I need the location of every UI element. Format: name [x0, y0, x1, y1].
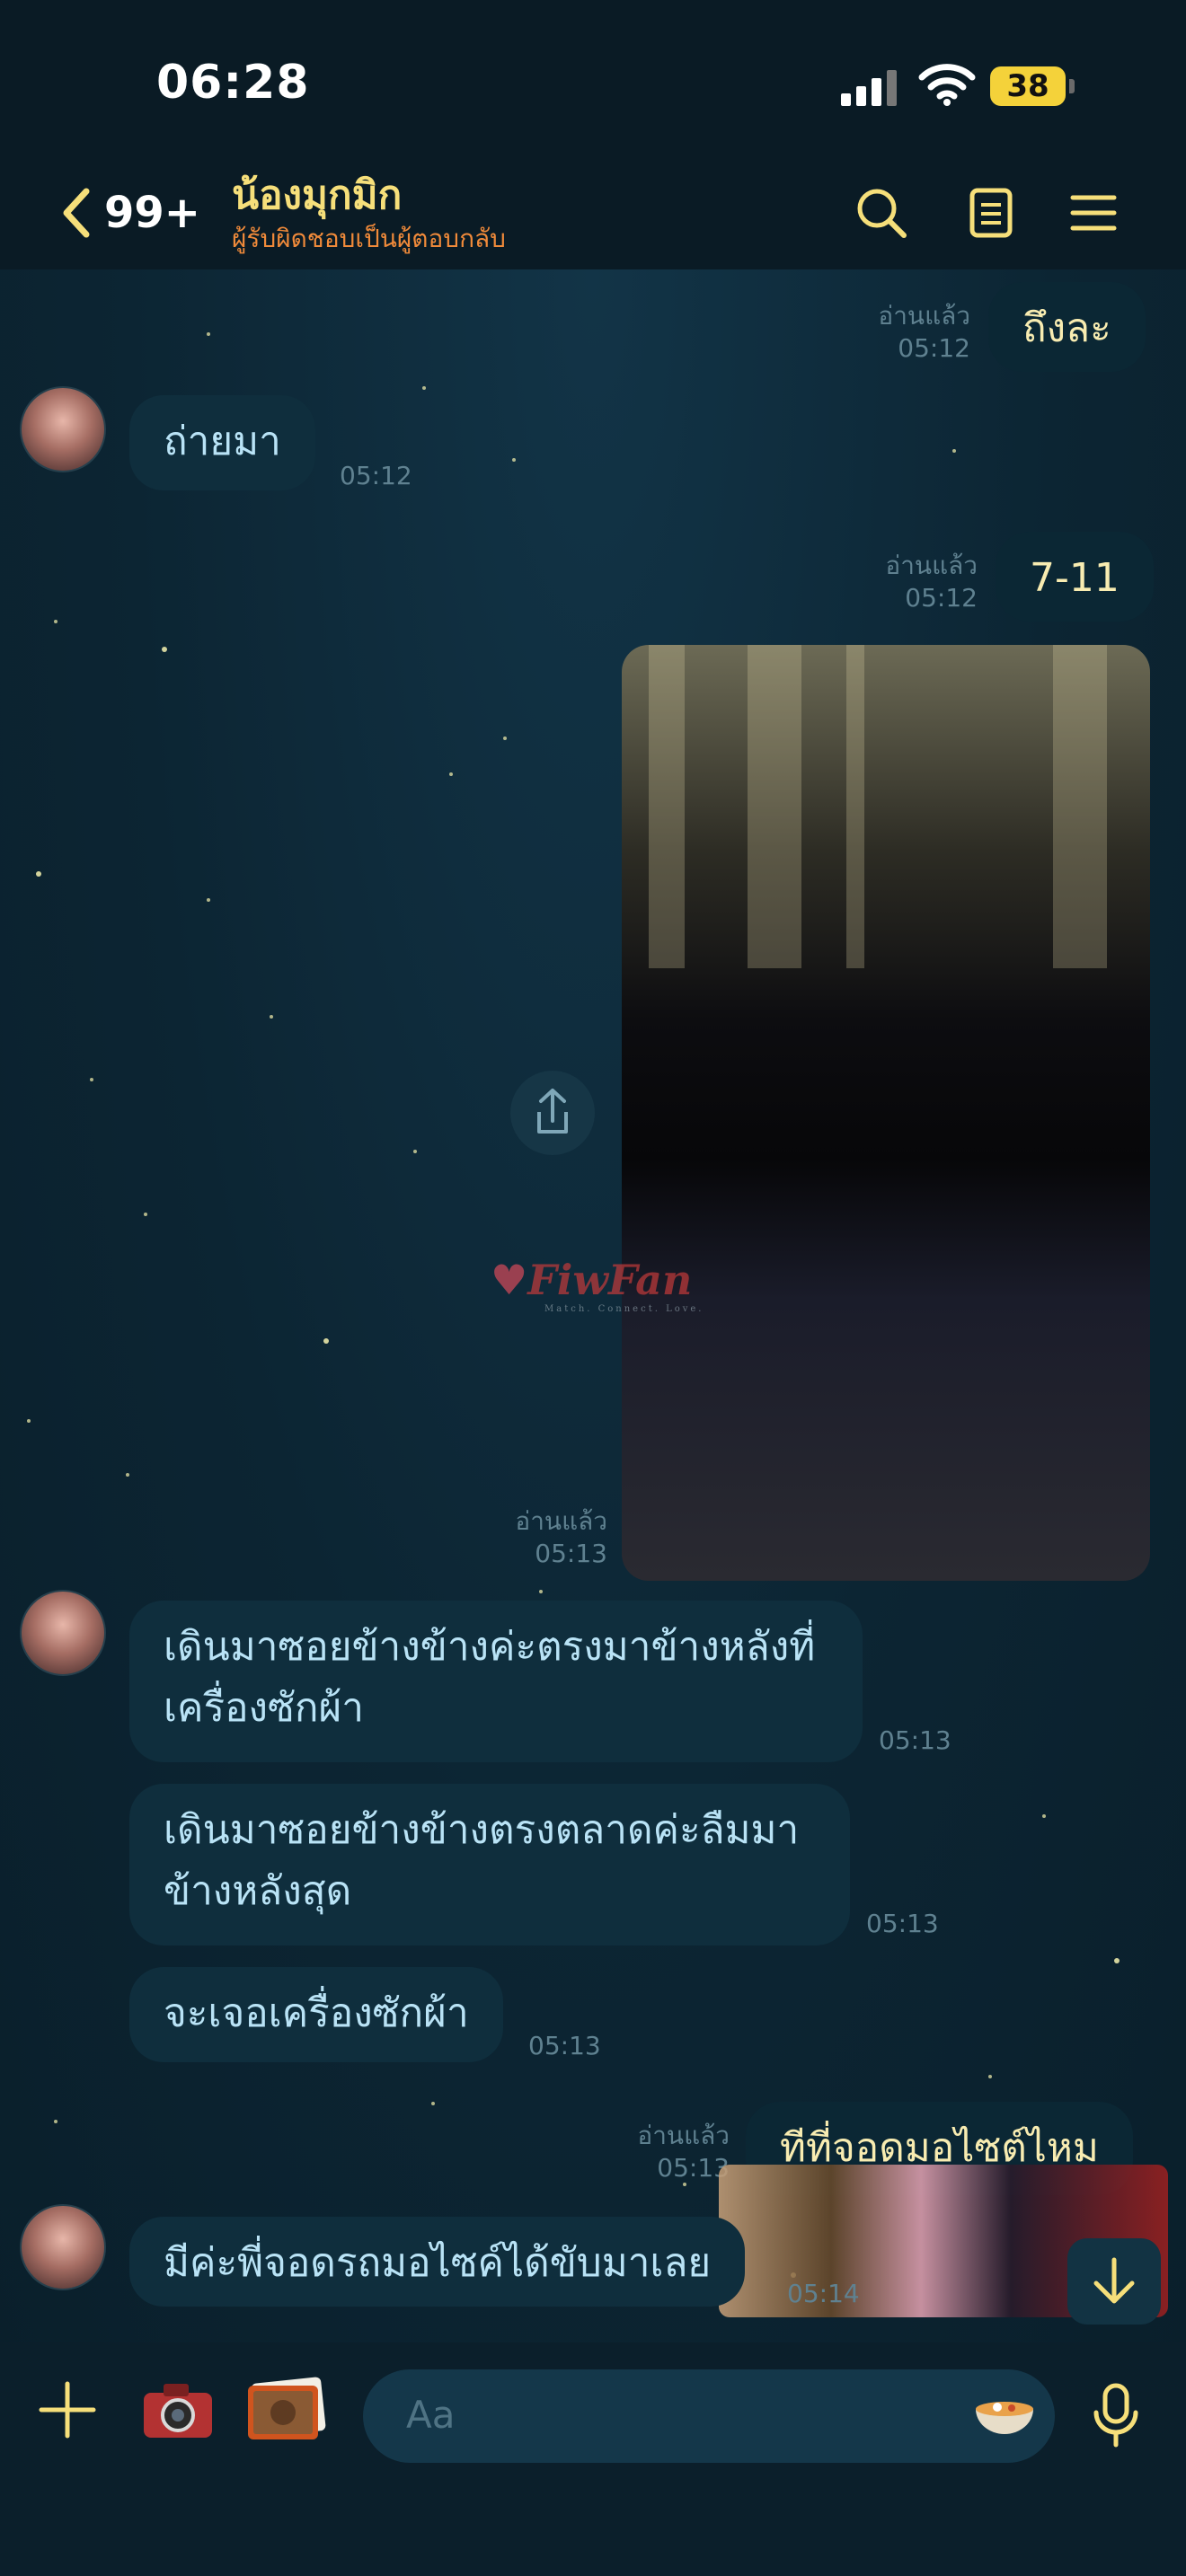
message-time: 05:12	[340, 461, 412, 490]
message-input-bar: Aa	[0, 2342, 1186, 2576]
message-meta: อ่านแล้ว 05:12	[854, 550, 978, 614]
chat-subtitle: ผู้รับผิดชอบเป็นผู้ตอบกลับ	[232, 224, 506, 253]
chat-title[interactable]: น้องมุกมิก	[232, 163, 402, 226]
message-input-placeholder: Aa	[406, 2393, 456, 2437]
unread-count: 99+	[104, 188, 201, 238]
message-time: 05:13	[866, 1909, 939, 1938]
camera-icon[interactable]	[140, 2378, 216, 2441]
read-receipt: อ่านแล้ว	[878, 301, 970, 331]
message-text-line: เครื่องซักผ้า	[164, 1685, 365, 1731]
message-meta: อ่านแล้ว 05:13	[485, 1505, 607, 1570]
battery-icon: 38	[990, 66, 1066, 106]
read-receipt: อ่านแล้ว	[885, 551, 978, 580]
message-bubble-incoming[interactable]: เดินมาซอยข้างข้างค่ะตรงมาข้างหลังที่ เคร…	[129, 1601, 863, 1762]
contact-avatar[interactable]	[20, 1590, 106, 1676]
message-time: 05:13	[657, 2153, 730, 2183]
message-text-line: เดินมาซอยข้างข้างค่ะตรงมาข้างหลังที่	[164, 1624, 816, 1670]
message-text-line: ข้างหลังสุด	[164, 1868, 352, 1914]
share-icon	[537, 1089, 568, 1134]
microphone-icon[interactable]	[1091, 2382, 1141, 2450]
watermark: ♥FiwFan Match. Connect. Love.	[491, 1256, 704, 1314]
gallery-icon[interactable]	[244, 2377, 327, 2443]
message-time: 05:14	[787, 2279, 860, 2308]
contact-avatar[interactable]	[20, 2204, 106, 2290]
cellular-signal-icon	[841, 70, 898, 106]
arrow-down-icon	[1093, 2257, 1135, 2304]
watermark-brand: FiwFan	[527, 1256, 693, 1304]
message-bubble-outgoing[interactable]: 7-11	[996, 532, 1154, 622]
back-button[interactable]: 99+	[59, 181, 200, 244]
contact-avatar[interactable]	[20, 386, 106, 472]
scroll-to-bottom-button[interactable]	[1067, 2238, 1161, 2325]
message-time: 05:13	[528, 2031, 601, 2060]
notes-icon[interactable]	[963, 185, 1019, 241]
message-time: 05:13	[879, 1725, 951, 1755]
message-bubble-incoming[interactable]: จะเจอเครื่องซักผ้า	[129, 1967, 503, 2062]
plus-icon[interactable]	[36, 2378, 99, 2441]
search-icon[interactable]	[854, 185, 909, 241]
watermark-tagline: Match. Connect. Love.	[544, 1304, 704, 1314]
message-bubble-incoming[interactable]: เดินมาซอยข้างข้างตรงตลาดค่ะลืมมา ข้างหลั…	[129, 1784, 850, 1945]
wifi-icon	[918, 64, 976, 106]
battery-level: 38	[1006, 68, 1049, 104]
message-bubble-incoming[interactable]: ถ่ายมา	[129, 395, 315, 490]
photo-message[interactable]	[622, 645, 1150, 1581]
emoji-icon[interactable]	[972, 2393, 1037, 2436]
share-button[interactable]	[510, 1071, 595, 1155]
read-receipt: อ่านแล้ว	[637, 2121, 730, 2150]
read-receipt: อ่านแล้ว	[515, 1506, 607, 1536]
status-bar: 06:28 38	[0, 0, 1186, 153]
message-bubble-outgoing[interactable]: ถึงละ	[988, 282, 1146, 372]
message-time: 05:12	[898, 333, 970, 363]
message-text-line: เดินมาซอยข้างข้างตรงตลาดค่ะลืมมา	[164, 1807, 800, 1853]
battery-nub	[1069, 79, 1075, 93]
message-time: 05:13	[535, 1539, 607, 1568]
status-time: 06:28	[156, 56, 310, 110]
message-meta: อ่านแล้ว 05:13	[611, 2120, 730, 2184]
message-bubble-incoming[interactable]: มีค่ะพี่จอดรถมอไซค์ได้ขับมาเลย	[129, 2217, 746, 2307]
message-input[interactable]: Aa	[363, 2369, 1055, 2463]
message-time: 05:12	[905, 583, 978, 613]
message-meta: อ่านแล้ว 05:12	[845, 300, 970, 365]
menu-icon[interactable]	[1066, 185, 1121, 241]
chat-header: 99+ น้องมุกมิก ผู้รับผิดชอบเป็นผู้ตอบกลั…	[0, 153, 1186, 269]
chevron-left-icon	[63, 188, 90, 238]
